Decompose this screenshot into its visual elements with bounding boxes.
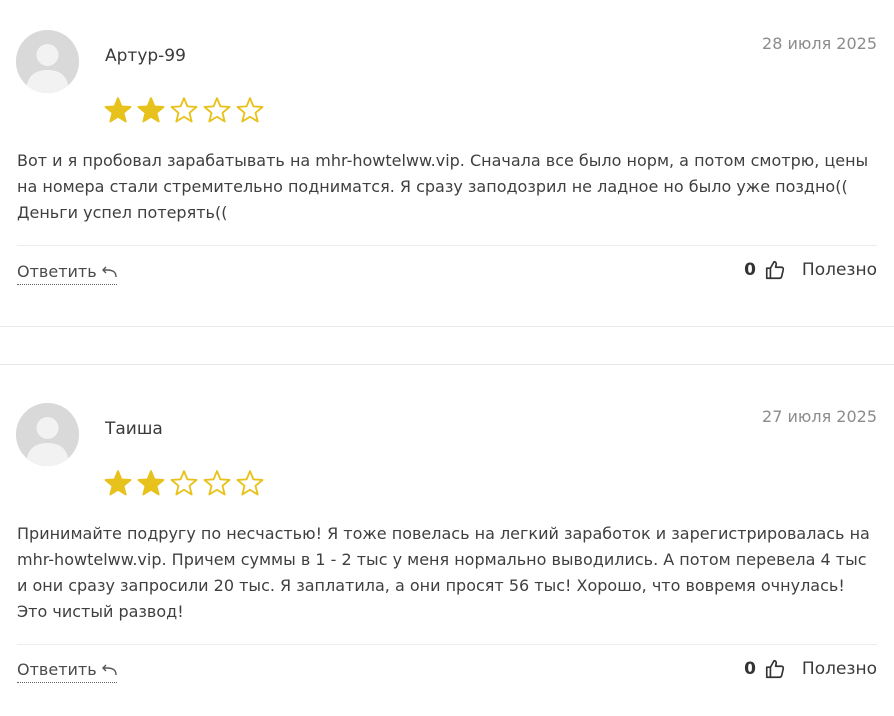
reply-arrow-icon	[101, 266, 117, 278]
helpful-section: 0 Полезно	[744, 658, 877, 680]
helpful-section: 0 Полезно	[744, 259, 877, 281]
user-avatar	[16, 30, 79, 93]
review-author: Таиша	[105, 419, 163, 439]
reply-button[interactable]: Ответить	[17, 660, 117, 683]
review-card: Таиша 27 июля 2025 Принимайте подругу по…	[0, 365, 894, 716]
star-icon	[235, 469, 265, 497]
review-divider	[17, 644, 877, 645]
star-icon	[169, 469, 199, 497]
star-icon	[136, 96, 166, 124]
review-text: Вот и я пробовал зарабатывать на mhr-how…	[17, 151, 869, 222]
thumbs-up-icon[interactable]	[764, 259, 786, 281]
thumbs-up-icon[interactable]	[764, 658, 786, 680]
star-icon	[235, 96, 265, 124]
helpful-label[interactable]: Полезно	[802, 260, 877, 280]
review-text: Принимайте подругу по несчастью! Я тоже …	[17, 524, 870, 621]
review-date: 27 июля 2025	[762, 407, 877, 426]
review-card: Артур-99 28 июля 2025 Вот и я пробовал з…	[0, 0, 894, 326]
star-icon	[136, 469, 166, 497]
reply-label: Ответить	[17, 262, 97, 281]
helpful-label[interactable]: Полезно	[802, 659, 877, 679]
reply-arrow-icon	[101, 664, 117, 676]
star-icon	[103, 96, 133, 124]
review-author: Артур-99	[105, 46, 186, 66]
star-icon	[202, 469, 232, 497]
reply-label: Ответить	[17, 660, 97, 679]
review-date: 28 июля 2025	[762, 34, 877, 53]
user-avatar	[16, 403, 79, 466]
like-count: 0	[744, 659, 756, 679]
section-divider	[0, 326, 894, 327]
star-icon	[103, 469, 133, 497]
rating-stars	[103, 469, 265, 497]
reply-button[interactable]: Ответить	[17, 262, 117, 285]
star-icon	[169, 96, 199, 124]
star-icon	[202, 96, 232, 124]
like-count: 0	[744, 260, 756, 280]
review-divider	[17, 245, 877, 246]
rating-stars	[103, 96, 265, 124]
